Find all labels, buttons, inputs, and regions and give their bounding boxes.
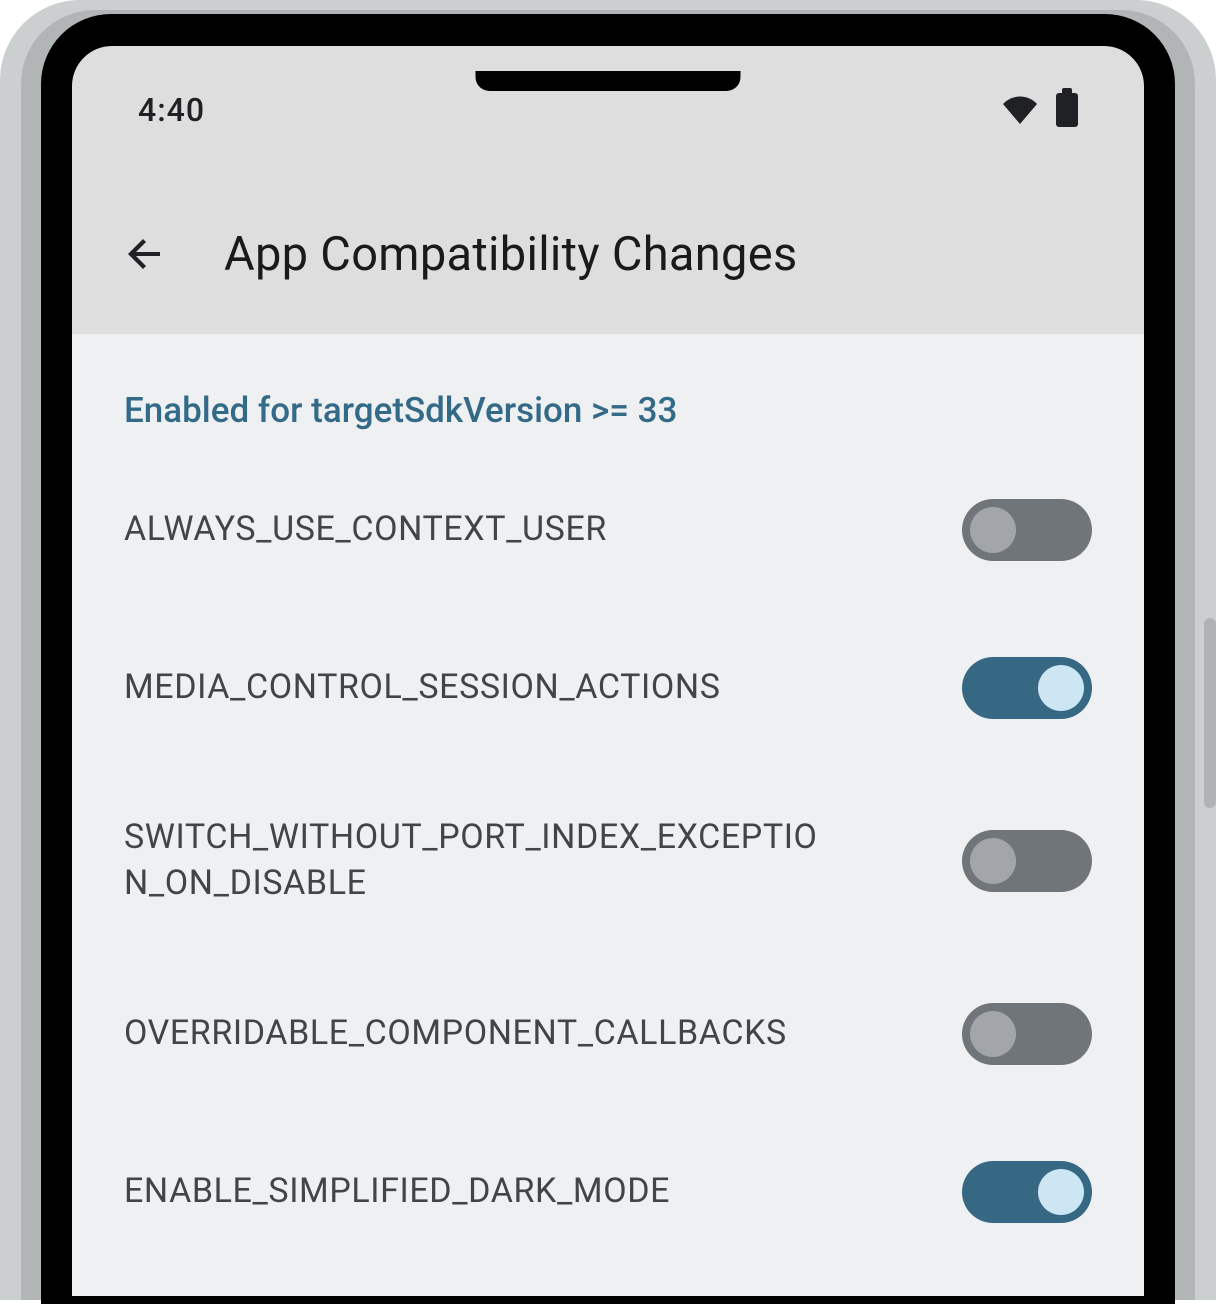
list-item[interactable]: SWITCH_WITHOUT_PORT_INDEX_EXCEPTION_ON_D… bbox=[72, 767, 1144, 955]
toggle-switch[interactable] bbox=[962, 499, 1092, 561]
list-item[interactable]: ALWAYS_USE_CONTEXT_USER bbox=[72, 451, 1144, 609]
toggle-switch[interactable] bbox=[962, 1161, 1092, 1223]
content-area[interactable]: Enabled for targetSdkVersion >= 33 ALWAY… bbox=[72, 334, 1144, 1296]
list-item-label: MEDIA_CONTROL_SESSION_ACTIONS bbox=[124, 665, 721, 711]
list-item-label: ALWAYS_USE_CONTEXT_USER bbox=[124, 507, 607, 553]
list-item[interactable]: OVERRIDABLE_COMPONENT_CALLBACKS bbox=[72, 955, 1144, 1113]
toggle-switch[interactable] bbox=[962, 1003, 1092, 1065]
list-item[interactable]: ENABLE_SIMPLIFIED_DARK_MODE bbox=[72, 1113, 1144, 1271]
battery-icon bbox=[1056, 93, 1078, 127]
status-icons bbox=[1002, 93, 1078, 127]
toggle-switch[interactable] bbox=[962, 830, 1092, 892]
device-outer-frame: 4:40 App Compatibility Changes Enabled f… bbox=[0, 0, 1216, 1300]
device-screen: 4:40 App Compatibility Changes Enabled f… bbox=[72, 46, 1144, 1296]
arrow-back-icon bbox=[122, 230, 170, 278]
app-header: App Compatibility Changes bbox=[72, 174, 1144, 334]
list-item[interactable]: MEDIA_CONTROL_SESSION_ACTIONS bbox=[72, 609, 1144, 767]
page-title: App Compatibility Changes bbox=[224, 227, 798, 282]
list-item-label: ENABLE_SIMPLIFIED_DARK_MODE bbox=[124, 1169, 670, 1215]
status-time: 4:40 bbox=[138, 91, 205, 129]
status-bar: 4:40 bbox=[72, 46, 1144, 174]
list-item-label: SWITCH_WITHOUT_PORT_INDEX_EXCEPTION_ON_D… bbox=[124, 815, 824, 907]
list-item-label: OVERRIDABLE_COMPONENT_CALLBACKS bbox=[124, 1011, 787, 1057]
device-notch bbox=[476, 71, 741, 91]
back-button[interactable] bbox=[102, 210, 190, 298]
toggle-switch[interactable] bbox=[962, 657, 1092, 719]
section-header: Enabled for targetSdkVersion >= 33 bbox=[72, 390, 1144, 451]
device-side-button-inner bbox=[1204, 618, 1216, 808]
wifi-icon bbox=[1002, 96, 1038, 124]
